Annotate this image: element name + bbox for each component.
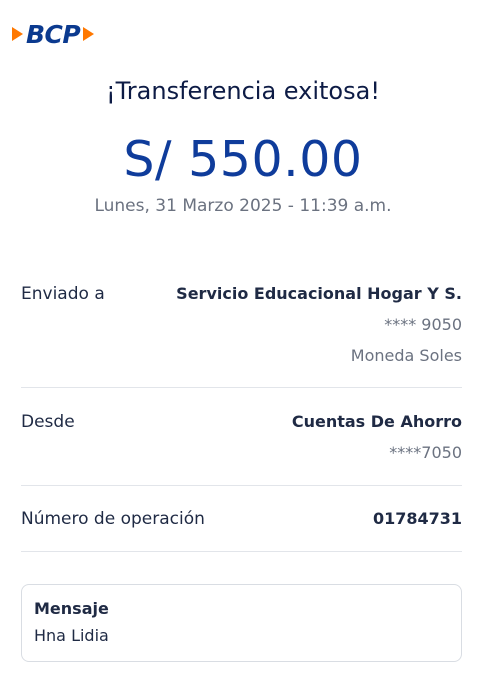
logo-text: BCP	[26, 19, 81, 49]
operation-values: 01784731	[373, 509, 462, 529]
transfer-amount: S/ 550.00	[123, 131, 363, 188]
source-row: Desde Cuentas De Ahorro ****7050	[21, 412, 462, 472]
divider	[21, 387, 462, 388]
divider	[21, 551, 462, 552]
source-label: Desde	[21, 412, 75, 432]
divider	[21, 485, 462, 486]
page-title: ¡Transferencia exitosa!	[106, 77, 380, 105]
recipient-name: Servicio Educacional Hogar Y S.	[176, 284, 462, 303]
source-account-type: Cuentas De Ahorro	[291, 412, 462, 431]
source-account: ****7050	[389, 443, 462, 462]
recipient-values: Servicio Educacional Hogar Y S. **** 905…	[176, 284, 462, 366]
header: BCP	[10, 16, 96, 52]
transfer-datetime: Lunes, 31 Marzo 2025 - 11:39 a.m.	[94, 196, 392, 216]
source-values: Cuentas De Ahorro ****7050	[292, 412, 462, 463]
logo-chevron-left-icon	[12, 27, 23, 41]
message-card: Mensaje Hna Lidia	[21, 584, 462, 662]
recipient-account: **** 9050	[384, 315, 462, 334]
operation-label: Número de operación	[21, 509, 205, 529]
operation-row: Número de operación 01784731	[21, 509, 462, 533]
message-text: Hna Lidia	[34, 626, 109, 645]
recipient-currency: Moneda Soles	[350, 346, 462, 365]
message-title: Mensaje	[34, 599, 109, 618]
bcp-logo: BCP	[10, 20, 96, 49]
logo-chevron-right-icon	[83, 27, 95, 41]
operation-number: 01784731	[372, 509, 462, 528]
recipient-row: Enviado a Servicio Educacional Hogar Y S…	[21, 284, 462, 374]
recipient-label: Enviado a	[21, 284, 105, 304]
